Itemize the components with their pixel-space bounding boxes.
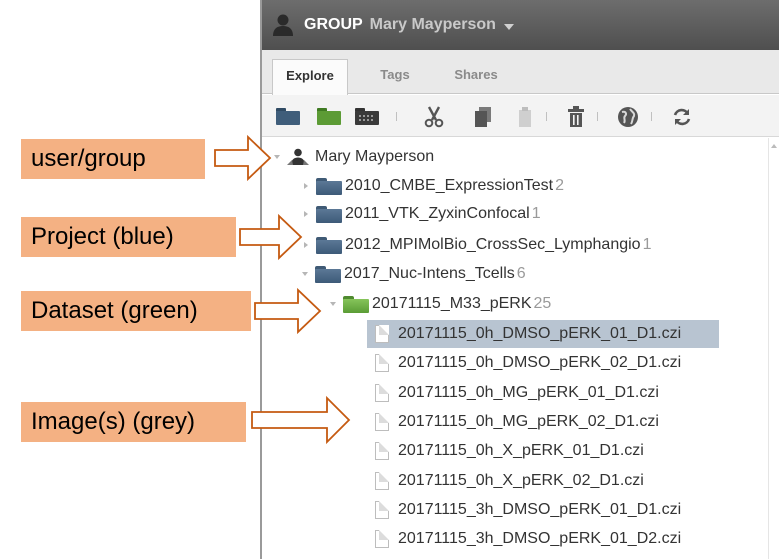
arrow-right-icon [239,213,303,261]
dataset-name: 20171115_M33_pERK [372,295,532,312]
new-dataset-folder-icon[interactable] [317,106,341,131]
image-name: 20171115_0h_DMSO_pERK_01_D1.czi [398,325,682,342]
user-icon [287,148,309,166]
project-name: 2010_CMBE_ExpressionTest [345,177,554,194]
group-label: GROUP [304,16,363,33]
share-globe-icon[interactable] [617,106,639,133]
screen-plate-icon[interactable] [355,106,379,131]
image-file-icon [375,472,389,490]
paste-icon[interactable] [516,106,534,133]
tree-image[interactable]: 20171115_0h_X_pERK_01_D1.czi [375,439,644,463]
tree-image[interactable]: 20171115_0h_MG_pERK_02_D1.czi [375,410,659,434]
tree-project-expanded[interactable]: 2017_Nuc-Intens_Tcells 6 [302,262,526,286]
project-name: 2017_Nuc-Intens_Tcells [344,265,515,282]
tree-image[interactable]: 20171115_3h_DMSO_pERK_01_D2.czi [375,527,681,551]
image-file-icon [375,325,389,343]
caret-down-icon[interactable] [503,23,514,30]
tree-project[interactable]: 2012_MPIMolBio_CrossSec_Lymphangio 1 [304,233,651,257]
collapse-arrow-icon[interactable] [302,272,308,276]
new-project-folder-icon[interactable] [276,106,300,131]
refresh-icon[interactable] [672,106,692,133]
arrow-right-icon [214,134,272,182]
owner-name[interactable]: Mary Mayperson [370,16,496,34]
tree-project[interactable]: 2011_VTK_ZyxinConfocal 1 [304,202,541,226]
project-folder-icon [316,177,342,195]
toolbar-separator [396,112,397,121]
tree-project[interactable]: 2010_CMBE_ExpressionTest 2 [304,174,564,198]
image-file-icon [375,354,389,372]
expand-arrow-icon[interactable] [304,242,308,248]
arrow-right-icon [251,395,351,445]
tree-scrollbar[interactable] [768,138,779,559]
tree-image[interactable]: 20171115_0h_X_pERK_02_D1.czi [375,469,644,493]
tab-explore[interactable]: Explore [272,59,348,95]
arrow-right-icon [254,287,322,335]
image-name: 20171115_3h_DMSO_pERK_01_D2.czi [398,530,682,547]
image-file-icon [375,442,389,460]
group-header[interactable]: GROUP Mary Mayperson [262,0,779,50]
callout-images: Image(s) (grey) [21,402,246,442]
collapse-arrow-icon[interactable] [330,302,336,306]
image-file-icon [375,384,389,402]
image-name: 20171115_0h_DMSO_pERK_02_D1.czi [398,354,682,371]
project-name: 2011_VTK_ZyxinConfocal [345,205,530,222]
child-count: 25 [533,295,552,312]
toolbar-separator [651,112,652,121]
image-name: 20171115_0h_MG_pERK_01_D1.czi [398,384,659,401]
tree-image[interactable]: 20171115_0h_DMSO_pERK_02_D1.czi [375,351,681,375]
image-name: 20171115_0h_X_pERK_01_D1.czi [398,442,644,459]
cut-icon[interactable] [424,106,444,133]
user-silhouette-icon [272,13,294,37]
callout-dataset: Dataset (green) [21,291,251,331]
tab-bar: Explore Tags Shares [262,50,779,95]
image-file-icon [375,530,389,548]
tree-image[interactable]: 20171115_3h_DMSO_pERK_01_D1.czi [375,498,681,522]
tree-image-selected[interactable]: 20171115_0h_DMSO_pERK_01_D1.czi [367,320,719,348]
toolbar [262,95,779,137]
tree-image[interactable]: 20171115_0h_MG_pERK_01_D1.czi [375,381,659,405]
image-file-icon [375,501,389,519]
delete-icon[interactable] [567,106,585,133]
tree-root-label: Mary Mayperson [315,148,435,165]
child-count: 1 [642,236,652,253]
image-file-icon [375,413,389,431]
tab-tags[interactable]: Tags [370,59,420,94]
toolbar-separator [597,112,598,121]
expand-arrow-icon[interactable] [304,183,308,189]
tree-view: Mary Mayperson 2010_CMBE_ExpressionTest … [262,138,779,559]
project-folder-icon [316,236,342,254]
image-name: 20171115_0h_MG_pERK_02_D1.czi [398,413,659,430]
project-folder-icon [316,205,342,223]
project-name: 2012_MPIMolBio_CrossSec_Lymphangio [345,236,641,253]
project-folder-icon [315,265,341,283]
callout-user-group: user/group [21,139,205,179]
image-name: 20171115_0h_X_pERK_02_D1.czi [398,472,644,489]
child-count: 2 [555,177,565,194]
tree-dataset-expanded[interactable]: 20171115_M33_pERK 25 [330,292,551,316]
copy-icon[interactable] [474,106,492,133]
tab-shares[interactable]: Shares [446,59,506,94]
tree-root-user[interactable]: Mary Mayperson [274,145,434,169]
child-count: 1 [531,205,541,222]
data-manager-panel: GROUP Mary Mayperson Explore Tags Shares [260,0,779,559]
collapse-arrow-icon[interactable] [274,155,280,159]
dataset-folder-icon [343,295,369,313]
callout-project: Project (blue) [21,217,236,257]
child-count: 6 [516,265,526,282]
expand-arrow-icon[interactable] [304,211,308,217]
image-name: 20171115_3h_DMSO_pERK_01_D1.czi [398,501,682,518]
toolbar-separator [546,112,547,121]
